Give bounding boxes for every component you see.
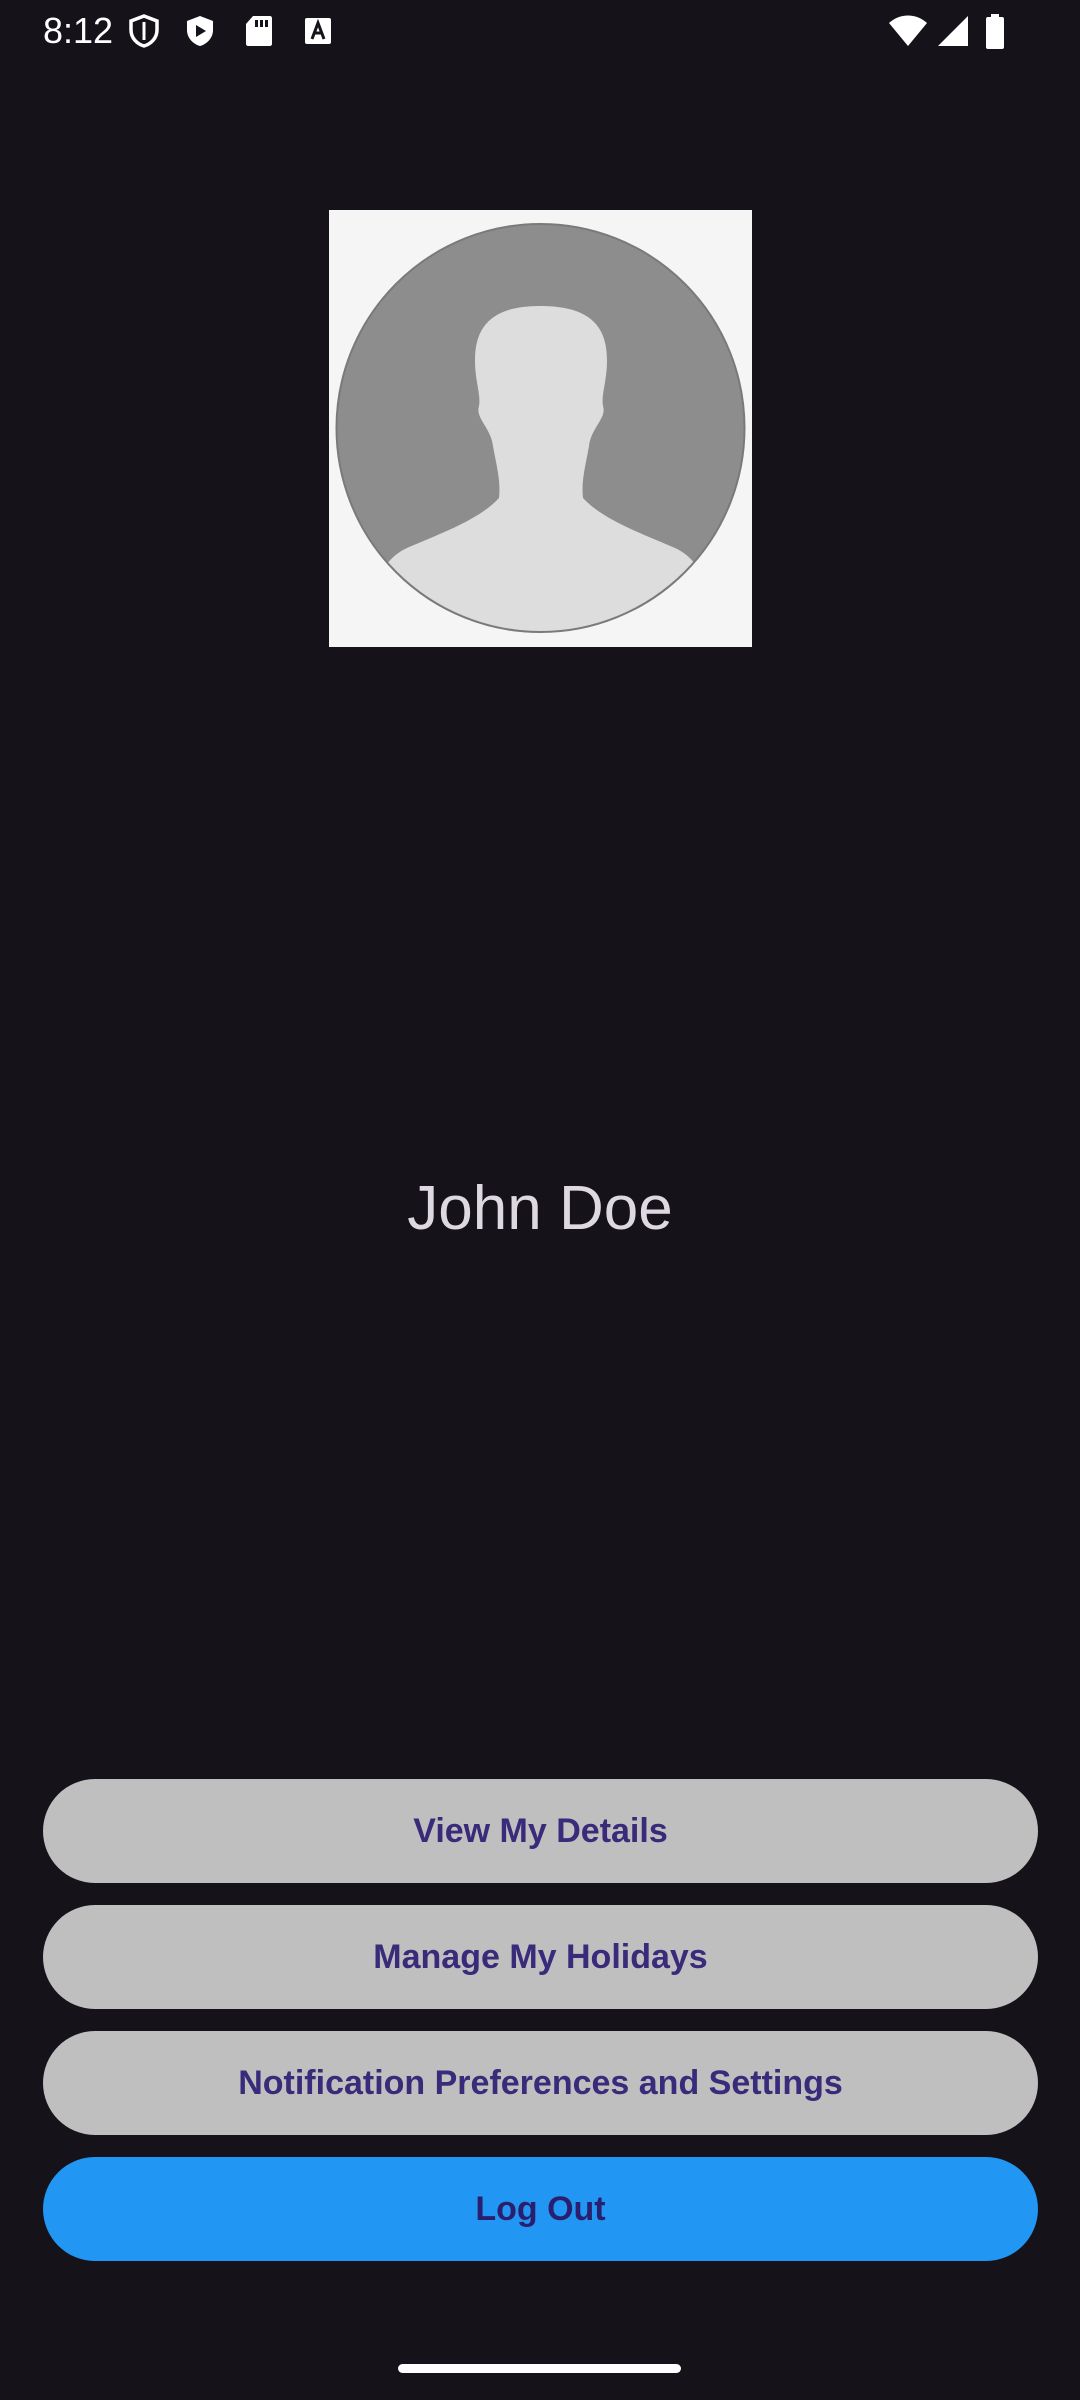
- manage-my-holidays-button[interactable]: Manage My Holidays: [43, 1905, 1038, 2009]
- default-avatar-icon: [335, 223, 746, 633]
- status-time: 8:12: [43, 10, 114, 51]
- avatar: [329, 210, 752, 647]
- keyboard-a-icon: [303, 14, 333, 53]
- signal-icon: [936, 14, 970, 53]
- log-out-button[interactable]: Log Out: [43, 2157, 1038, 2261]
- user-name: John Doe: [407, 1174, 673, 1243]
- profile-screen: 8:12 John Doe View My Details Manage My …: [0, 0, 1080, 2400]
- shield-icon: [128, 14, 160, 53]
- status-bar: 8:12: [0, 0, 1080, 62]
- battery-icon: [984, 14, 1006, 55]
- notification-settings-button[interactable]: Notification Preferences and Settings: [43, 2031, 1038, 2135]
- home-indicator[interactable]: [398, 2364, 681, 2373]
- sd-card-icon: [244, 14, 274, 53]
- play-protect-icon: [184, 14, 216, 53]
- wifi-icon: [888, 14, 928, 53]
- view-my-details-button[interactable]: View My Details: [43, 1779, 1038, 1883]
